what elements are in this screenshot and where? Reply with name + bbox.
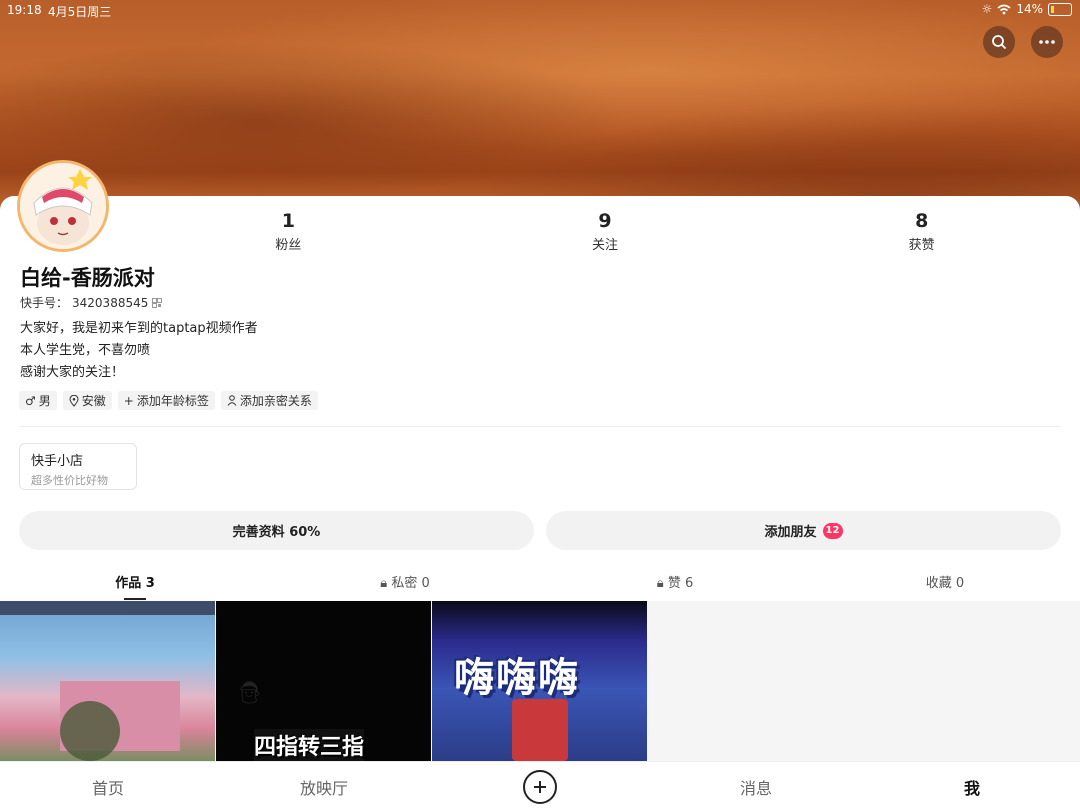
status-right: ☼ 14% xyxy=(982,2,1072,16)
content-tabs: 作品 3 🔒︎ 私密 0 🔒︎ 赞 6 收藏 0 xyxy=(0,566,1080,600)
location-pin-icon xyxy=(69,394,79,407)
friend-request-badge: 12 xyxy=(822,522,843,539)
more-icon xyxy=(1039,40,1055,44)
video-grid: 🎅︎ 四指转三指 嗨嗨嗨 xyxy=(0,601,1080,761)
plus-icon xyxy=(534,780,546,793)
nav-label: 消息 xyxy=(739,778,772,798)
stat-likes[interactable]: 8 获赞 xyxy=(763,210,1080,253)
tab-liked[interactable]: 🔒︎ 赞 6 xyxy=(540,566,810,600)
nav-me[interactable]: 我 xyxy=(864,762,1080,811)
bio-line: 本人学生党，不喜勿喷 xyxy=(20,343,151,358)
nav-label: 我 xyxy=(963,778,980,798)
tab-favorites[interactable]: 收藏 0 xyxy=(810,566,1080,600)
location-label: 安徽 xyxy=(81,394,106,408)
status-time: 19:18 xyxy=(7,3,42,17)
complete-profile-label: 完善资料 60% xyxy=(232,525,321,540)
profile-tags: ♂ 男 安徽 + 添加年龄标签 添加亲密关系 xyxy=(19,391,318,410)
stat-following[interactable]: 9 关注 xyxy=(447,210,764,253)
divider xyxy=(19,426,1061,427)
shop-title: 快手小店 xyxy=(31,454,84,469)
search-button[interactable] xyxy=(983,26,1015,58)
tab-label: 私密 0 xyxy=(391,576,430,591)
add-relation-label: 添加亲密关系 xyxy=(239,394,312,408)
gender-tag[interactable]: ♂ 男 xyxy=(19,391,57,410)
stat-label: 关注 xyxy=(592,238,619,253)
nav-theater[interactable]: 放映厅 xyxy=(216,762,432,811)
profile-name: 白给-香肠派对 xyxy=(20,266,155,290)
person-icon xyxy=(227,395,237,406)
stat-value: 1 xyxy=(281,210,295,232)
video-thumbnail[interactable] xyxy=(0,601,215,761)
bio-line: 大家好，我是初来乍到的taptap视频作者 xyxy=(20,321,258,336)
nav-label: 首页 xyxy=(91,778,124,798)
video-thumbnail[interactable]: 嗨嗨嗨 xyxy=(432,601,647,761)
create-button[interactable] xyxy=(523,769,557,804)
battery-icon xyxy=(1048,2,1072,16)
complete-profile-button[interactable]: 完善资料 60% xyxy=(19,511,534,550)
stat-value: 8 xyxy=(915,210,929,232)
bottom-nav: 首页 放映厅 消息 我 xyxy=(0,761,1080,811)
avatar-illustration-icon xyxy=(20,163,106,249)
thumbnail-caption: 四指转三指 xyxy=(254,729,365,761)
gender-label: 男 xyxy=(38,394,51,408)
male-icon: ♂ xyxy=(25,393,36,408)
stat-fans[interactable]: 1 粉丝 xyxy=(130,210,447,253)
wifi-icon xyxy=(997,4,1011,14)
status-date: 4月5日周三 xyxy=(48,5,112,19)
stat-value: 9 xyxy=(598,210,612,232)
shop-entry[interactable]: 快手小店 超多性价比好物 xyxy=(19,443,137,490)
game-hud xyxy=(0,601,215,615)
stats-row: 1 粉丝 9 关注 8 获赞 xyxy=(130,210,1080,253)
battery-percent: 14% xyxy=(1016,2,1043,16)
profile-bio: 大家好，我是初来乍到的taptap视频作者 本人学生党，不喜勿喷 感谢大家的关注… xyxy=(20,318,258,384)
santa-hat-icon: 🎅︎ xyxy=(236,681,264,706)
thumbnail-caption: 嗨嗨嗨 xyxy=(454,655,580,701)
video-thumbnail[interactable]: 🎅︎ 四指转三指 xyxy=(216,601,431,761)
user-id-label: 快手号： xyxy=(20,296,69,310)
location-tag[interactable]: 安徽 xyxy=(62,391,112,410)
add-friend-button[interactable]: 添加朋友 12 xyxy=(546,511,1061,550)
add-age-tag[interactable]: + 添加年龄标签 xyxy=(117,391,215,410)
more-button[interactable] xyxy=(1031,26,1063,58)
tab-label: 作品 3 xyxy=(115,576,155,591)
user-id-row: 快手号： 3420388545 xyxy=(20,294,163,311)
avatar[interactable] xyxy=(17,160,109,252)
lock-icon: 🔒︎ xyxy=(656,576,664,591)
nav-create[interactable] xyxy=(432,762,648,811)
search-icon xyxy=(992,35,1007,50)
game-card xyxy=(512,699,568,761)
nav-messages[interactable]: 消息 xyxy=(648,762,864,811)
tab-works[interactable]: 作品 3 xyxy=(0,566,270,600)
lock-icon: 🔒︎ xyxy=(380,576,388,591)
status-bar: 19:18 4月5日周三 ☼ 14% xyxy=(0,0,1080,20)
profile-banner[interactable] xyxy=(0,0,1080,215)
game-weapon xyxy=(60,701,120,761)
user-id-value: 3420388545 xyxy=(72,295,149,310)
qr-code-icon[interactable] xyxy=(152,297,163,308)
tab-private[interactable]: 🔒︎ 私密 0 xyxy=(270,566,540,600)
bio-line: 感谢大家的关注！ xyxy=(20,365,125,380)
tab-label: 收藏 0 xyxy=(925,576,965,591)
shop-subtitle: 超多性价比好物 xyxy=(31,474,108,487)
add-relation-tag[interactable]: 添加亲密关系 xyxy=(220,391,318,410)
stat-label: 粉丝 xyxy=(275,238,302,253)
stat-label: 获赞 xyxy=(908,238,935,253)
nav-label: 放映厅 xyxy=(299,778,348,798)
plus-icon: + xyxy=(123,393,134,408)
add-friend-label: 添加朋友 xyxy=(764,525,817,540)
nav-home[interactable]: 首页 xyxy=(0,762,216,811)
brightness-icon: ☼ xyxy=(981,2,993,16)
add-age-label: 添加年龄标签 xyxy=(136,394,209,408)
tab-label: 赞 6 xyxy=(667,576,694,591)
